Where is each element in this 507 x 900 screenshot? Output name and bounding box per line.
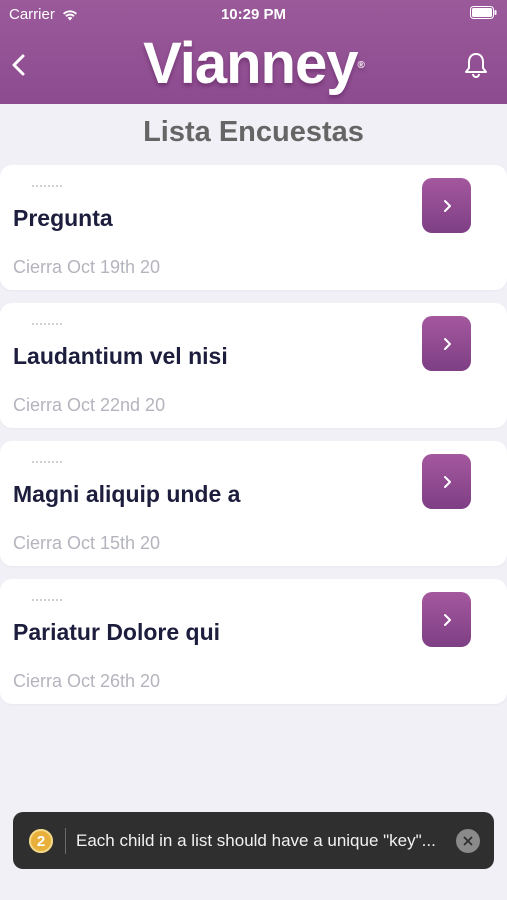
survey-card[interactable]: Pregunta Cierra Oct 19th 20 xyxy=(0,165,507,290)
chevron-right-icon xyxy=(443,199,451,212)
toast-divider xyxy=(65,828,66,854)
divider xyxy=(32,461,62,469)
status-bar: Carrier 10:29 PM xyxy=(0,0,507,28)
open-survey-button[interactable] xyxy=(422,316,471,371)
survey-title: Pregunta xyxy=(13,205,113,231)
divider xyxy=(32,185,62,193)
page-title: Lista Encuestas xyxy=(143,116,364,148)
close-icon xyxy=(463,836,473,846)
status-time: 10:29 PM xyxy=(220,6,287,23)
battery-icon xyxy=(470,6,497,19)
dismiss-toast-button[interactable] xyxy=(456,829,480,853)
survey-title: Pariatur Dolore qui xyxy=(13,619,221,645)
divider xyxy=(32,323,62,331)
brand-name: Vianney xyxy=(143,31,358,96)
warning-count-badge: 2 xyxy=(29,829,53,853)
toast-message: Each child in a list should have a uniqu… xyxy=(76,831,436,850)
survey-close-date: Cierra Oct 26th 20 xyxy=(13,671,161,691)
notifications-button[interactable] xyxy=(463,51,489,79)
survey-card[interactable]: Magni aliquip unde a Cierra Oct 15th 20 xyxy=(0,441,507,566)
survey-title: Laudantium vel nisi xyxy=(13,343,228,369)
warning-toast[interactable]: 2 Each child in a list should have a uni… xyxy=(13,812,494,869)
chevron-right-icon xyxy=(443,613,451,626)
survey-close-date: Cierra Oct 15th 20 xyxy=(13,533,161,553)
brand-logo: Vianney® xyxy=(0,30,507,97)
survey-card[interactable]: Laudantium vel nisi Cierra Oct 22nd 20 xyxy=(0,303,507,428)
registered-mark: ® xyxy=(357,60,365,71)
open-survey-button[interactable] xyxy=(422,178,471,233)
open-survey-button[interactable] xyxy=(422,454,471,509)
survey-close-date: Cierra Oct 19th 20 xyxy=(13,257,161,277)
survey-close-date: Cierra Oct 22nd 20 xyxy=(13,395,166,415)
chevron-right-icon xyxy=(443,337,451,350)
survey-card[interactable]: Pariatur Dolore qui Cierra Oct 26th 20 xyxy=(0,579,507,704)
app-header: Carrier 10:29 PM Vianney® xyxy=(0,0,507,104)
chevron-right-icon xyxy=(443,475,451,488)
divider xyxy=(32,599,62,607)
survey-title: Magni aliquip unde a xyxy=(13,481,241,507)
open-survey-button[interactable] xyxy=(422,592,471,647)
